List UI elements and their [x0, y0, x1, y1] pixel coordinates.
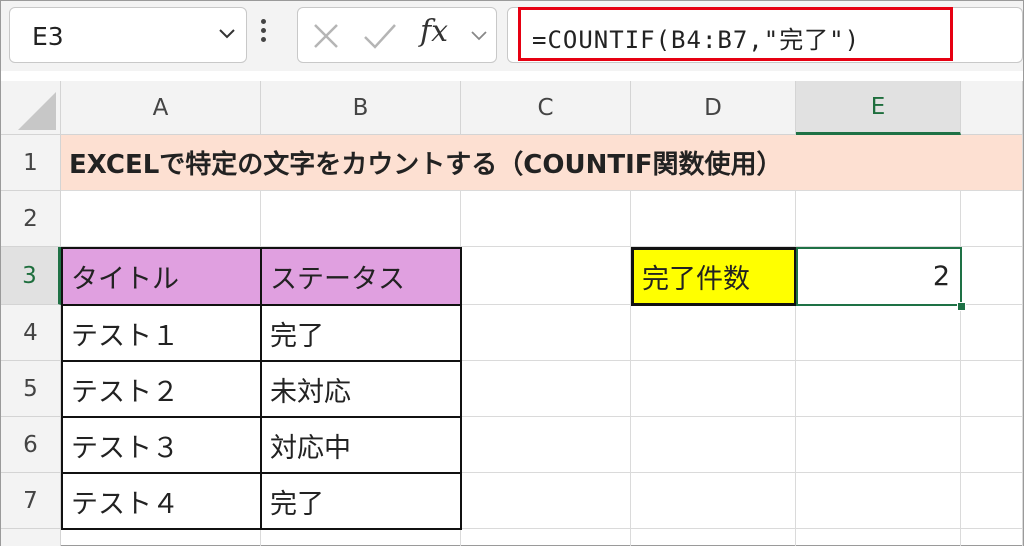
- check-icon[interactable]: [362, 20, 398, 52]
- cell[interactable]: [961, 473, 1023, 529]
- cell[interactable]: [461, 473, 631, 529]
- cell[interactable]: [631, 361, 796, 417]
- cell[interactable]: [461, 529, 631, 546]
- cell[interactable]: [961, 191, 1023, 247]
- more-options-icon[interactable]: [259, 19, 267, 51]
- column-header-f[interactable]: [961, 81, 1023, 135]
- cell[interactable]: [631, 417, 796, 473]
- cell[interactable]: [461, 191, 631, 247]
- formula-bar: E3 fx =COUNTIF(B4:B7,"完了"): [1, 1, 1023, 71]
- cell[interactable]: [796, 529, 961, 546]
- cell[interactable]: [961, 529, 1023, 546]
- count-label-cell[interactable]: 完了件数: [631, 247, 797, 306]
- select-all-button[interactable]: [1, 81, 61, 135]
- cell[interactable]: [461, 305, 631, 361]
- cell[interactable]: [796, 191, 961, 247]
- table-cell-status[interactable]: 対応中: [260, 416, 462, 474]
- cell[interactable]: [796, 305, 961, 361]
- table-cell-status[interactable]: 完了: [260, 304, 462, 362]
- table-cell-status[interactable]: 完了: [260, 472, 462, 530]
- cell[interactable]: [461, 361, 631, 417]
- cell[interactable]: [796, 417, 961, 473]
- cell[interactable]: [631, 529, 796, 546]
- table-cell-title[interactable]: テスト２: [61, 360, 262, 418]
- row-header-7[interactable]: 7: [1, 473, 61, 529]
- x-icon[interactable]: [310, 20, 342, 52]
- excel-window: E3 fx =COUNTIF(B4:B7,"完了") A B C D E 1 2…: [0, 0, 1024, 546]
- cell[interactable]: [631, 305, 796, 361]
- column-header-e[interactable]: E: [796, 81, 961, 135]
- table-cell-title[interactable]: テスト３: [61, 416, 262, 474]
- cell[interactable]: [796, 473, 961, 529]
- title-cell[interactable]: EXCELで特定の文字をカウントする（COUNTIF関数使用）: [61, 135, 1023, 191]
- cell[interactable]: [961, 305, 1023, 361]
- table-cell-title[interactable]: テスト４: [61, 472, 262, 530]
- column-header-d[interactable]: D: [631, 81, 796, 135]
- row-header-3[interactable]: 3: [1, 247, 61, 305]
- cell[interactable]: [631, 473, 796, 529]
- column-header-a[interactable]: A: [61, 81, 261, 135]
- cell[interactable]: [461, 417, 631, 473]
- row-header-8[interactable]: [1, 529, 61, 546]
- cell[interactable]: [261, 191, 461, 247]
- cell[interactable]: [961, 361, 1023, 417]
- cell[interactable]: [61, 529, 261, 546]
- name-box-value: E3: [32, 22, 64, 51]
- count-value-cell[interactable]: 2: [796, 247, 962, 306]
- column-header-b[interactable]: B: [261, 81, 461, 135]
- cell[interactable]: [961, 247, 1023, 305]
- formula-actions: fx: [297, 7, 497, 63]
- formula-highlight-box: [518, 7, 953, 61]
- cell[interactable]: [961, 417, 1023, 473]
- row-header-4[interactable]: 4: [1, 305, 61, 361]
- table-header-status[interactable]: ステータス: [260, 247, 462, 306]
- row-header-1[interactable]: 1: [1, 135, 61, 191]
- cell[interactable]: [261, 529, 461, 546]
- table-cell-title[interactable]: テスト１: [61, 304, 262, 362]
- cell[interactable]: [461, 247, 631, 305]
- row-header-6[interactable]: 6: [1, 417, 61, 473]
- cell[interactable]: [796, 361, 961, 417]
- name-box[interactable]: E3: [9, 7, 247, 63]
- table-header-title[interactable]: タイトル: [61, 247, 262, 306]
- chevron-down-icon[interactable]: [468, 24, 490, 46]
- column-header-c[interactable]: C: [461, 81, 631, 135]
- row-header-5[interactable]: 5: [1, 361, 61, 417]
- chevron-down-icon[interactable]: [216, 22, 238, 44]
- row-header-2[interactable]: 2: [1, 191, 61, 247]
- table-cell-status[interactable]: 未対応: [260, 360, 462, 418]
- fill-handle[interactable]: [957, 302, 966, 311]
- cell[interactable]: [61, 191, 261, 247]
- cell[interactable]: [631, 191, 796, 247]
- insert-function-button[interactable]: fx: [420, 14, 448, 49]
